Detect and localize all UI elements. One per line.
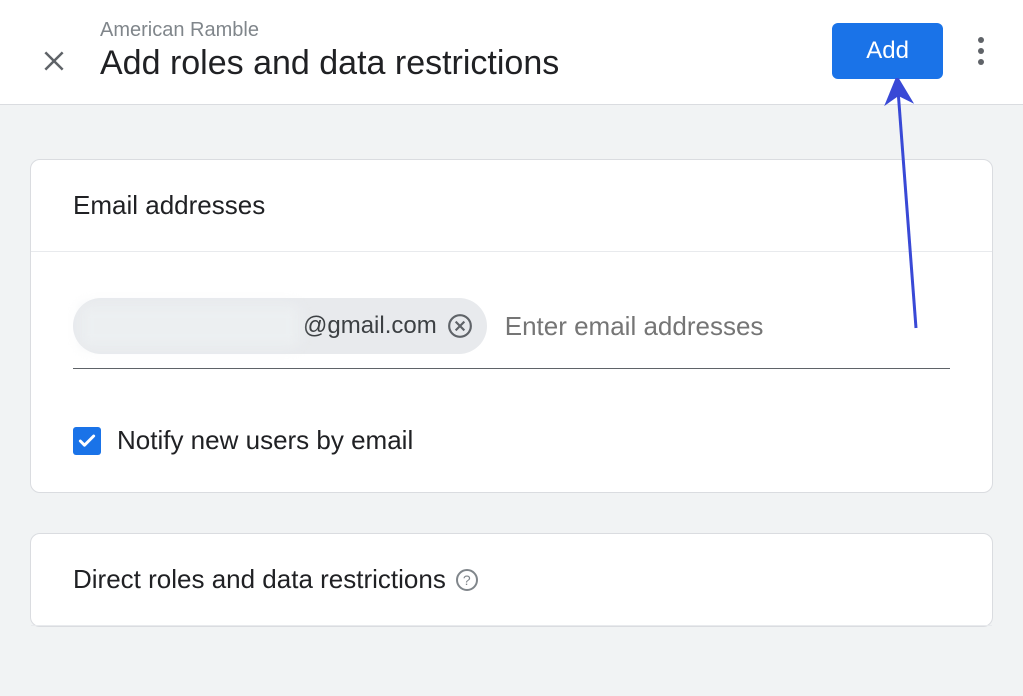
remove-circle-icon: [447, 313, 473, 339]
roles-card-header: Direct roles and data restrictions ?: [31, 534, 992, 626]
notify-checkbox[interactable]: [73, 427, 101, 455]
email-input[interactable]: [505, 311, 950, 342]
email-card-header: Email addresses: [31, 160, 992, 252]
email-input-row[interactable]: @gmail.com: [73, 298, 950, 369]
notify-checkbox-label: Notify new users by email: [117, 425, 413, 456]
email-chip[interactable]: @gmail.com: [73, 298, 487, 354]
breadcrumb: American Ramble: [100, 19, 832, 42]
remove-chip-button[interactable]: [447, 313, 473, 339]
check-icon: [77, 431, 97, 451]
email-chip-redacted: [81, 305, 299, 347]
content-area: Email addresses @gmail.com: [0, 105, 1023, 696]
roles-card-title: Direct roles and data restrictions: [73, 564, 446, 595]
close-button[interactable]: [36, 43, 72, 79]
email-addresses-card: Email addresses @gmail.com: [30, 159, 993, 493]
page-title: Add roles and data restrictions: [100, 44, 832, 83]
close-icon: [41, 48, 67, 74]
help-icon[interactable]: ?: [456, 569, 478, 591]
more-vertical-icon: [978, 37, 984, 43]
email-chip-domain: @gmail.com: [303, 312, 437, 340]
email-card-body: @gmail.com Not: [31, 252, 992, 492]
more-menu-button[interactable]: [963, 33, 999, 69]
notify-checkbox-row: Notify new users by email: [73, 425, 950, 456]
roles-card: Direct roles and data restrictions ?: [30, 533, 993, 627]
page-header: American Ramble Add roles and data restr…: [0, 0, 1023, 105]
add-button[interactable]: Add: [832, 23, 943, 79]
header-titles: American Ramble Add roles and data restr…: [100, 19, 832, 83]
